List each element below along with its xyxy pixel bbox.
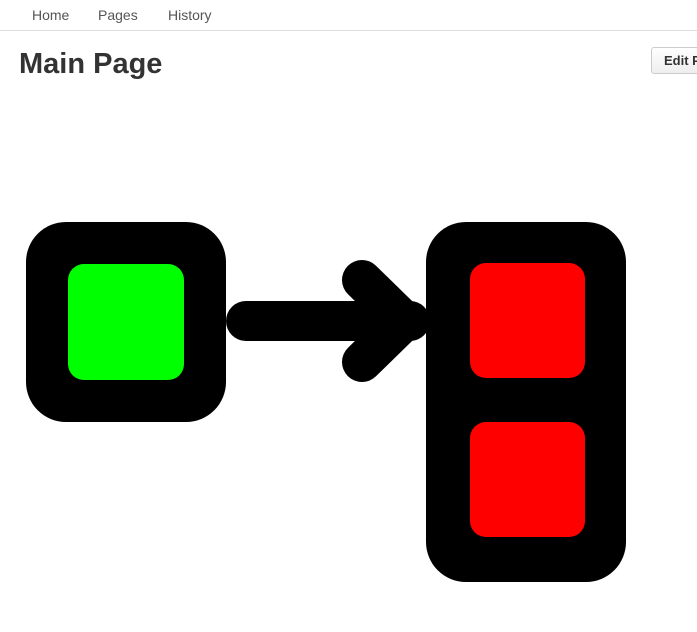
target-inner-top [470,263,585,378]
nav-pages-link[interactable]: Pages [98,7,138,23]
page-title: Main Page [19,48,163,80]
source-inner [68,264,184,380]
target-inner-bottom [470,422,585,537]
top-nav: Home Pages History [0,0,697,31]
nav-history-link[interactable]: History [168,7,212,23]
edit-page-button[interactable]: Edit P [651,47,697,74]
arrow-icon [226,260,430,382]
diagram-image [26,222,626,582]
nav-home-link[interactable]: Home [32,7,69,23]
